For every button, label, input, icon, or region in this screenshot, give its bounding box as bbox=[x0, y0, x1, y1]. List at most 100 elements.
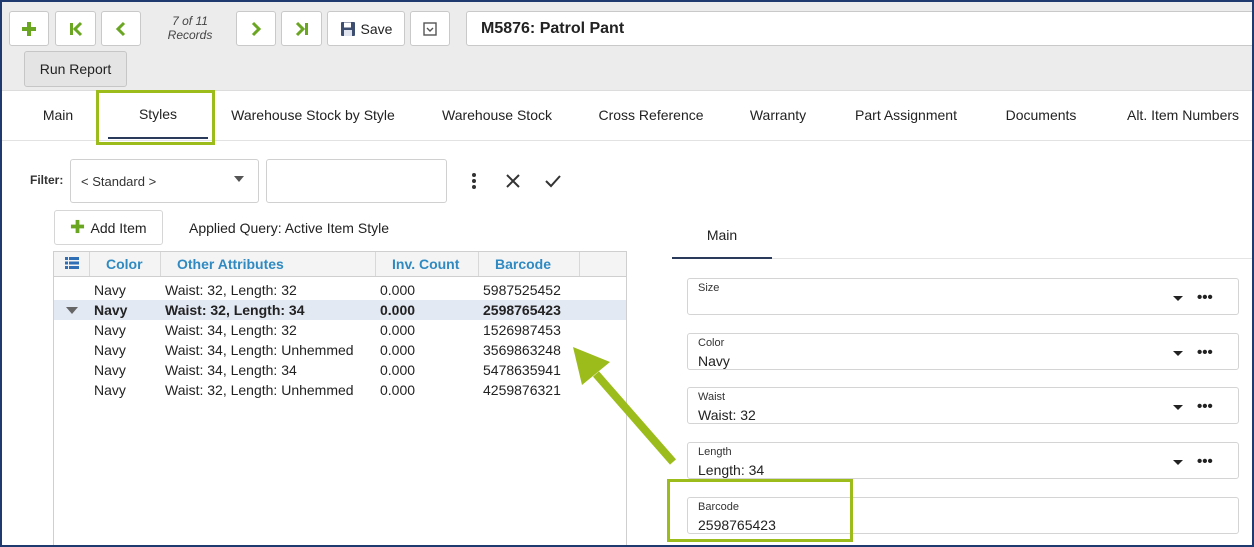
close-icon bbox=[505, 173, 521, 194]
tab-warranty[interactable]: Warranty bbox=[736, 91, 820, 139]
cell-barcode: 3569863248 bbox=[483, 342, 561, 358]
toolbar: 7 of 11 Records Save M5876: Patrol Pant … bbox=[2, 2, 1254, 91]
more-vertical-icon bbox=[471, 172, 477, 195]
filter-more-button[interactable] bbox=[463, 172, 485, 194]
check-icon bbox=[544, 173, 562, 194]
cell-color: Navy bbox=[94, 322, 126, 338]
dropdown-caret-icon[interactable] bbox=[1173, 296, 1183, 301]
length-value: Length: 34 bbox=[698, 462, 765, 478]
add-item-label: Add Item bbox=[90, 219, 147, 236]
cell-color: Navy bbox=[94, 282, 126, 298]
tab-main[interactable]: Main bbox=[24, 91, 92, 139]
next-record-button[interactable] bbox=[236, 11, 276, 46]
table-row[interactable]: Navy Waist: 34, Length: 32 0.000 1526987… bbox=[54, 320, 626, 340]
cell-inv-count: 0.000 bbox=[380, 322, 416, 338]
cell-inv-count: 0.000 bbox=[380, 362, 416, 378]
cell-inv-count: 0.000 bbox=[380, 282, 416, 298]
record-position: 7 of 11 bbox=[172, 14, 208, 28]
more-horizontal-icon[interactable]: ••• bbox=[1197, 344, 1213, 361]
column-header-inv-count[interactable]: Inv. Count bbox=[376, 252, 479, 276]
next-icon bbox=[249, 21, 263, 37]
more-horizontal-icon[interactable]: ••• bbox=[1197, 289, 1213, 306]
styles-tab-highlight bbox=[96, 90, 215, 145]
size-field[interactable]: Size ••• bbox=[687, 278, 1239, 315]
table-row[interactable]: Navy Waist: 34, Length: 34 0.000 5478635… bbox=[54, 360, 626, 380]
waist-label: Waist bbox=[698, 391, 726, 403]
archive-icon bbox=[422, 21, 438, 37]
tab-cross-reference[interactable]: Cross Reference bbox=[587, 91, 715, 139]
cell-barcode: 5478635941 bbox=[483, 362, 561, 378]
last-record-button[interactable] bbox=[281, 11, 322, 46]
cell-color: Navy bbox=[94, 382, 126, 398]
color-value: Navy bbox=[698, 353, 730, 369]
save-label: Save bbox=[360, 20, 393, 37]
styles-grid: Color Other Attributes Inv. Count Barcod… bbox=[53, 251, 627, 547]
length-field[interactable]: Length Length: 34 ••• bbox=[687, 442, 1239, 479]
dropdown-caret-icon bbox=[234, 176, 244, 182]
cell-barcode: 2598765423 bbox=[483, 302, 561, 318]
last-record-icon bbox=[293, 21, 311, 37]
detail-tab-divider bbox=[772, 258, 1252, 259]
annotation-arrow bbox=[573, 347, 677, 465]
more-horizontal-icon[interactable]: ••• bbox=[1197, 398, 1213, 415]
grid-header: Color Other Attributes Inv. Count Barcod… bbox=[54, 252, 626, 277]
dropdown-caret-icon[interactable] bbox=[1173, 460, 1183, 465]
add-icon bbox=[70, 219, 85, 237]
tab-warehouse-stock-by-style[interactable]: Warehouse Stock by Style bbox=[222, 91, 404, 139]
cell-color: Navy bbox=[94, 302, 128, 318]
cell-barcode: 1526987453 bbox=[483, 322, 561, 338]
size-label: Size bbox=[698, 282, 720, 294]
save-icon bbox=[340, 21, 356, 37]
tab-documents[interactable]: Documents bbox=[992, 91, 1090, 139]
first-record-icon bbox=[67, 21, 85, 37]
table-row-selected[interactable]: Navy Waist: 32, Length: 34 0.000 2598765… bbox=[54, 300, 626, 320]
cell-attributes: Waist: 34, Length: 32 bbox=[165, 322, 297, 338]
cell-inv-count: 0.000 bbox=[380, 342, 416, 358]
more-horizontal-icon[interactable]: ••• bbox=[1197, 453, 1213, 470]
save-button[interactable]: Save bbox=[327, 11, 405, 46]
cell-inv-count: 0.000 bbox=[380, 302, 416, 318]
add-icon bbox=[21, 21, 37, 37]
column-header-color[interactable]: Color bbox=[90, 252, 161, 276]
detail-tab-main[interactable]: Main bbox=[672, 212, 772, 259]
cell-attributes: Waist: 34, Length: 34 bbox=[165, 362, 297, 378]
column-chooser-icon bbox=[64, 256, 79, 272]
add-item-button[interactable]: Add Item bbox=[54, 210, 163, 245]
tab-warehouse-stock[interactable]: Warehouse Stock bbox=[430, 91, 564, 139]
column-header-other-attributes[interactable]: Other Attributes bbox=[161, 252, 376, 276]
table-row[interactable]: Navy Waist: 32, Length: 32 0.000 5987525… bbox=[54, 280, 626, 300]
table-row[interactable]: Navy Waist: 34, Length: Unhemmed 0.000 3… bbox=[54, 340, 626, 360]
barcode-field-highlight bbox=[667, 479, 853, 542]
archive-button[interactable] bbox=[410, 11, 450, 46]
first-record-button[interactable] bbox=[55, 11, 96, 46]
tab-alt-item-numbers[interactable]: Alt. Item Numbers bbox=[1114, 91, 1252, 139]
dropdown-caret-icon[interactable] bbox=[1173, 405, 1183, 410]
color-label: Color bbox=[698, 337, 725, 349]
cell-attributes: Waist: 34, Length: Unhemmed bbox=[165, 342, 354, 358]
cell-barcode: 5987525452 bbox=[483, 282, 561, 298]
record-title: M5876: Patrol Pant bbox=[466, 11, 1254, 46]
waist-field[interactable]: Waist Waist: 32 ••• bbox=[687, 387, 1239, 424]
add-record-button[interactable] bbox=[9, 11, 49, 46]
tab-part-assignment[interactable]: Part Assignment bbox=[840, 91, 972, 139]
cell-attributes: Waist: 32, Length: 34 bbox=[165, 302, 305, 318]
column-chooser-button[interactable] bbox=[54, 252, 90, 276]
record-counter: 7 of 11 Records bbox=[162, 14, 218, 42]
dropdown-caret-icon[interactable] bbox=[1173, 351, 1183, 356]
color-field[interactable]: Color Navy ••• bbox=[687, 333, 1239, 370]
cell-color: Navy bbox=[94, 362, 126, 378]
cell-attributes: Waist: 32, Length: Unhemmed bbox=[165, 382, 354, 398]
records-label: Records bbox=[167, 28, 213, 42]
apply-filter-button[interactable] bbox=[542, 172, 564, 194]
previous-icon bbox=[114, 21, 128, 37]
applied-query-label: Applied Query: Active Item Style bbox=[189, 220, 389, 236]
cell-attributes: Waist: 32, Length: 32 bbox=[165, 282, 297, 298]
filter-search-input[interactable] bbox=[266, 159, 447, 203]
table-row[interactable]: Navy Waist: 32, Length: Unhemmed 0.000 4… bbox=[54, 380, 626, 400]
previous-record-button[interactable] bbox=[101, 11, 141, 46]
column-header-barcode[interactable]: Barcode bbox=[479, 252, 580, 276]
filter-select[interactable]: < Standard > bbox=[70, 159, 259, 203]
clear-filter-button[interactable] bbox=[502, 172, 524, 194]
run-report-button[interactable]: Run Report bbox=[24, 51, 127, 87]
expand-caret-icon[interactable] bbox=[66, 307, 78, 314]
